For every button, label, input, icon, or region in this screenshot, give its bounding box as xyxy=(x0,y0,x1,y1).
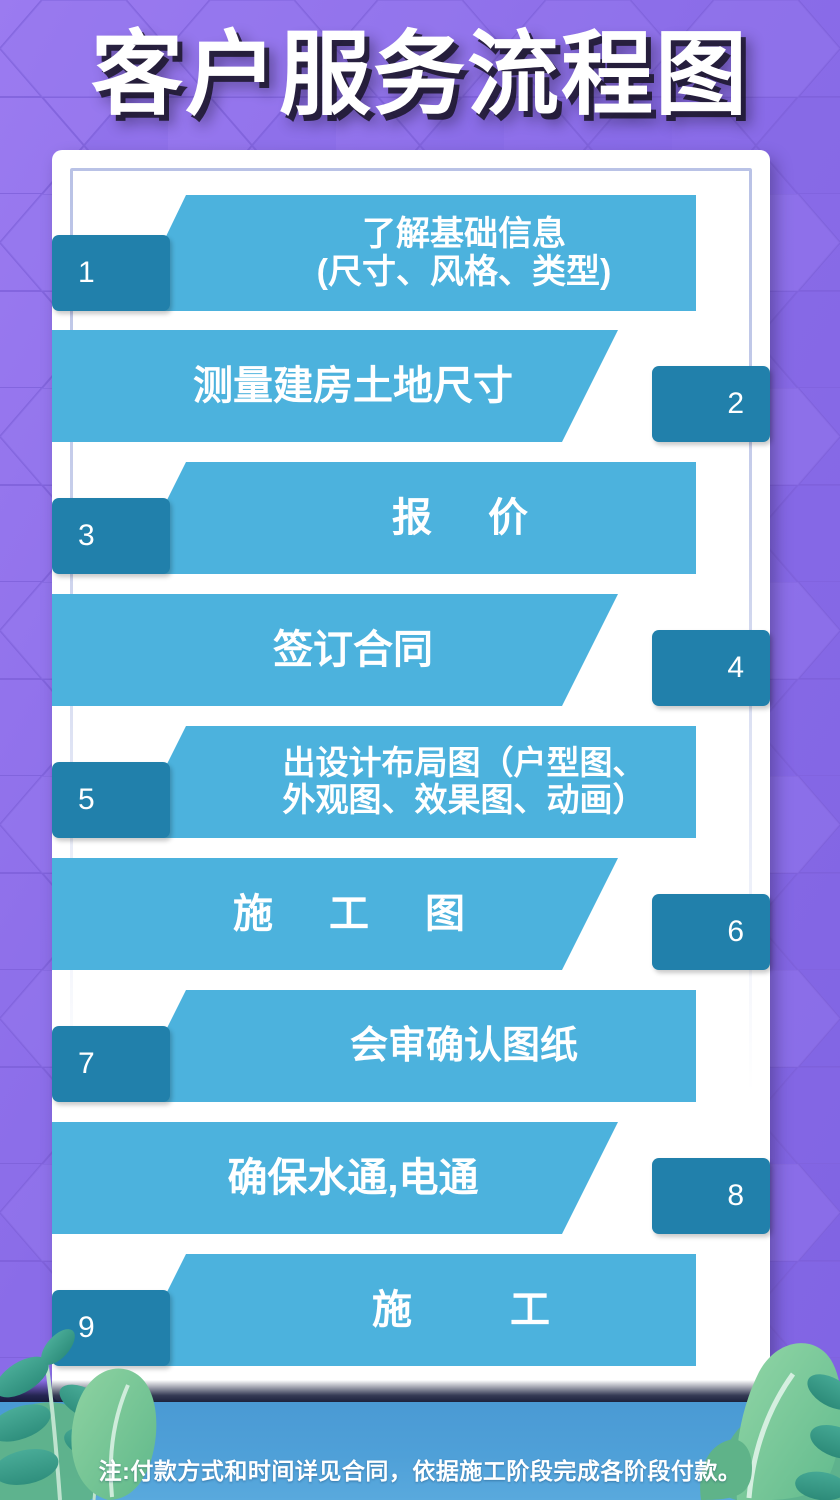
flowchart-card: 1 了解基础信息 (尺寸、风格、类型) 2 测量建房土地尺寸 3 报 价 4 签… xyxy=(52,150,770,1402)
flow-step-4[interactable]: 4 签订合同 xyxy=(52,594,770,706)
footer-note: 注:付款方式和时间详见合同，依据施工阶段完成各阶段付款。 xyxy=(98,1458,742,1484)
step-number: 7 xyxy=(78,1047,95,1080)
step-number-badge: 6 xyxy=(652,894,770,970)
step-number: 5 xyxy=(78,783,95,816)
step-label: 会审确认图纸 xyxy=(349,1024,578,1067)
step-number-badge: 2 xyxy=(652,366,770,442)
step-number: 8 xyxy=(727,1179,744,1212)
step-number: 3 xyxy=(78,519,95,552)
flow-step-7[interactable]: 7 会审确认图纸 xyxy=(52,990,770,1102)
step-label: 报 价 xyxy=(392,495,536,540)
step-label: 出设计布局图（户型图、 外观图、效果图、动画） xyxy=(282,744,646,818)
flow-step-2[interactable]: 2 测量建房土地尺寸 xyxy=(52,330,770,442)
step-number: 2 xyxy=(727,387,744,420)
steps-list: 1 了解基础信息 (尺寸、风格、类型) 2 测量建房土地尺寸 3 报 价 4 签… xyxy=(52,150,770,1402)
step-number-badge: 1 xyxy=(52,235,170,311)
step-label: 确保水通,电通 xyxy=(227,1155,479,1200)
step-number: 9 xyxy=(78,1311,95,1344)
step-number-badge: 9 xyxy=(52,1290,170,1366)
step-label: 施 工 xyxy=(372,1287,556,1332)
flow-step-3[interactable]: 3 报 价 xyxy=(52,462,770,574)
step-number-badge: 3 xyxy=(52,498,170,574)
step-label: 施 工 图 xyxy=(233,891,473,936)
flow-step-5[interactable]: 5 出设计布局图（户型图、 外观图、效果图、动画） xyxy=(52,726,770,838)
flow-step-6[interactable]: 6 施 工 图 xyxy=(52,858,770,970)
step-number-badge: 8 xyxy=(652,1158,770,1234)
step-number: 1 xyxy=(78,256,95,289)
step-number: 6 xyxy=(727,915,744,948)
step-number: 4 xyxy=(727,651,744,684)
page-header: 客户服务流程图 xyxy=(0,0,840,150)
step-number-badge: 4 xyxy=(652,630,770,706)
flow-step-1[interactable]: 1 了解基础信息 (尺寸、风格、类型) xyxy=(52,195,770,311)
page-title: 客户服务流程图 xyxy=(90,24,749,126)
step-label: 了解基础信息 (尺寸、风格、类型) xyxy=(316,214,612,291)
step-label: 测量建房土地尺寸 xyxy=(193,363,513,408)
step-number-badge: 5 xyxy=(52,762,170,838)
flow-step-8[interactable]: 8 确保水通,电通 xyxy=(52,1122,770,1234)
step-number-badge: 7 xyxy=(52,1026,170,1102)
step-label: 签订合同 xyxy=(273,627,433,672)
flow-step-9[interactable]: 9 施 工 xyxy=(52,1254,770,1366)
